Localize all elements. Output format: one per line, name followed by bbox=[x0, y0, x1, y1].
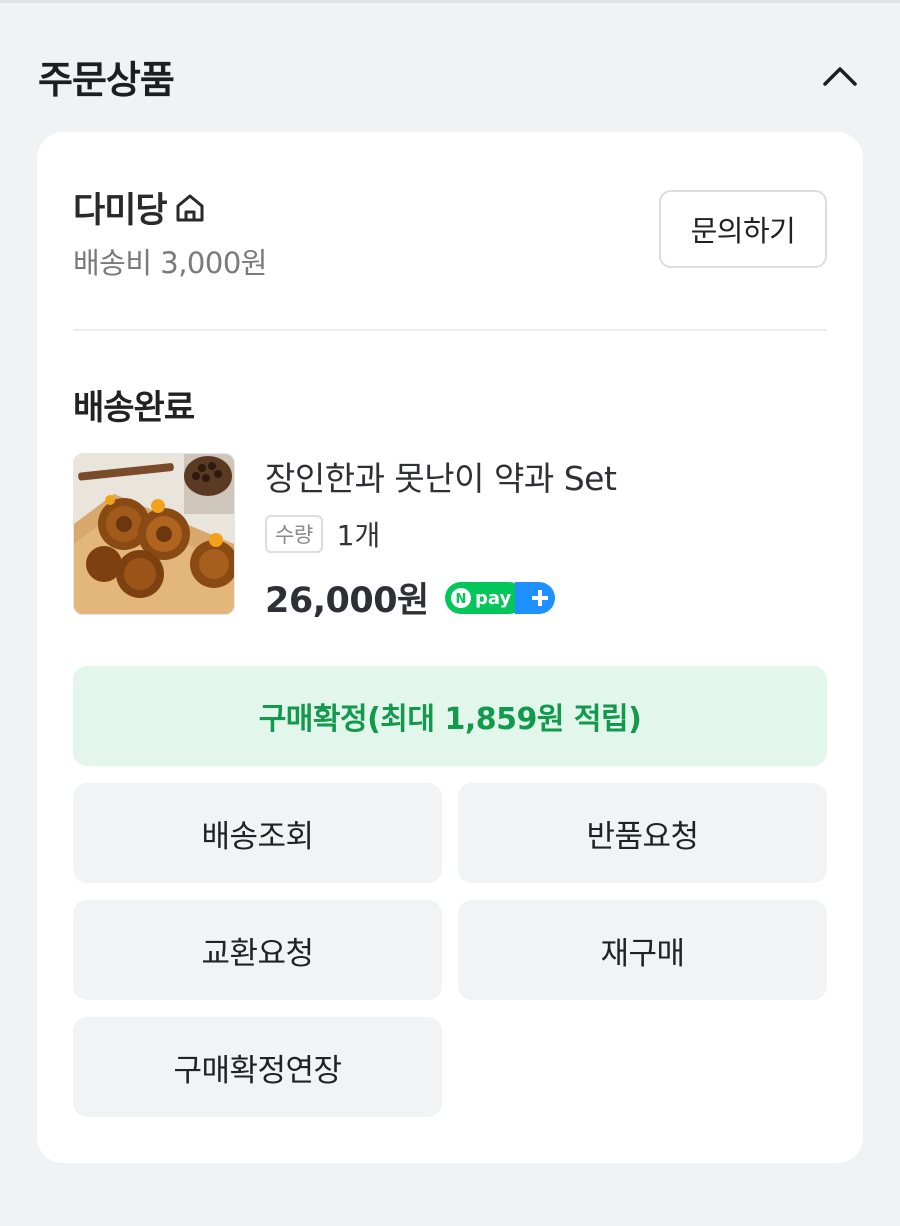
return-request-button[interactable]: 반품요청 bbox=[458, 783, 827, 883]
extend-confirmation-button[interactable]: 구매확정연장 bbox=[73, 1017, 442, 1117]
repurchase-button[interactable]: 재구매 bbox=[458, 900, 827, 1000]
seller-name: 다미당 bbox=[73, 191, 168, 231]
price-row: 26,000원 N pay bbox=[265, 572, 825, 623]
inquiry-button[interactable]: 문의하기 bbox=[659, 190, 827, 268]
product-name[interactable]: 장인한과 못난이 약과 Set bbox=[265, 452, 825, 500]
divider bbox=[73, 329, 827, 331]
chevron-up-icon bbox=[823, 67, 857, 86]
order-card: 다미당 배송비 3,000원 문의하기 배송완료 장인한과 못난이 약과 Set… bbox=[37, 132, 863, 1163]
npay-text: pay bbox=[475, 588, 511, 609]
home-icon bbox=[173, 191, 207, 225]
quantity-row: 수량 1개 bbox=[265, 514, 825, 554]
product-price: 26,000원 bbox=[265, 581, 429, 621]
npay-plus-icon: N pay bbox=[444, 581, 555, 614]
shipping-fee: 배송비 3,000원 bbox=[73, 246, 267, 280]
collapse-button[interactable] bbox=[816, 52, 864, 100]
quantity-value: 1개 bbox=[336, 519, 381, 552]
order-items-header: 주문상품 bbox=[38, 46, 864, 106]
track-delivery-button[interactable]: 배송조회 bbox=[73, 783, 442, 883]
quantity-label: 수량 bbox=[265, 515, 323, 553]
seller-row: 다미당 배송비 3,000원 문의하기 bbox=[73, 182, 827, 282]
product-info: 장인한과 못난이 약과 Set 수량 1개 26,000원 N pay bbox=[265, 452, 825, 623]
seller-link[interactable]: 다미당 bbox=[73, 182, 207, 233]
svg-text:N: N bbox=[455, 592, 466, 607]
top-divider bbox=[0, 0, 900, 3]
purchase-confirm-button[interactable]: 구매확정(최대 1,859원 적립) bbox=[73, 666, 827, 766]
delivery-status: 배송완료 bbox=[73, 388, 195, 428]
exchange-request-button[interactable]: 교환요청 bbox=[73, 900, 442, 1000]
product-image[interactable] bbox=[73, 453, 235, 615]
section-title: 주문상품 bbox=[38, 57, 175, 102]
